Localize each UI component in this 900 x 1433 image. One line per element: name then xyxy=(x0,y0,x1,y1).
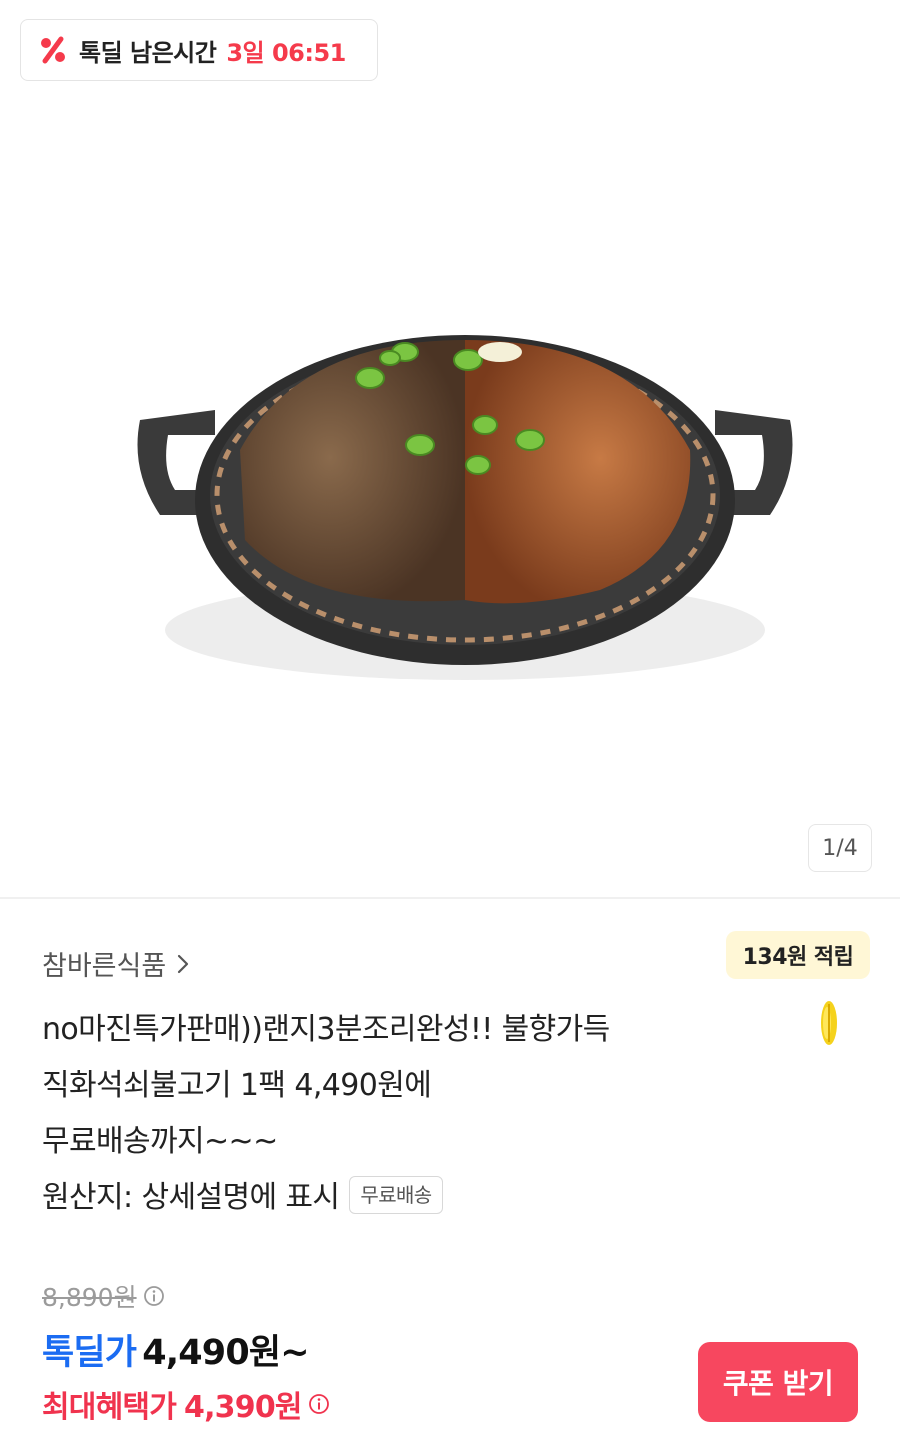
get-coupon-button[interactable]: 쿠폰 받기 xyxy=(698,1342,858,1422)
title-line: 직화석쇠불고기 1팩 4,490원에 xyxy=(42,1068,432,1103)
product-title: no마진특가판매))랜지3분조리완성!! 불향가득 직화석쇠불고기 1팩 4,4… xyxy=(42,1002,732,1226)
title-line: 무료배송까지~~~ xyxy=(42,1124,278,1159)
title-line: no마진특가판매))랜지3분조리완성!! 불향가득 xyxy=(42,1012,610,1047)
deal-timer-time: 3일 06:51 xyxy=(226,38,346,67)
deal-timer-badge: 톡딜 남은시간 3일 06:51 xyxy=(20,19,378,81)
deal-timer-label: 톡딜 남은시간 xyxy=(79,38,217,67)
deal-price: 톡딜가 4,490원~ xyxy=(42,1324,310,1375)
product-image-gallery[interactable]: 톡딜 남은시간 3일 06:51 1/4 xyxy=(0,0,900,898)
info-icon[interactable] xyxy=(308,1393,330,1415)
deal-price-label: 톡딜가 xyxy=(42,1333,137,1373)
chevron-right-icon xyxy=(178,954,189,973)
reward-badge: 134원 적립 xyxy=(726,931,870,979)
free-shipping-badge: 무료배송 xyxy=(349,1175,443,1214)
coin-icon xyxy=(821,1001,837,1045)
info-icon[interactable] xyxy=(143,1285,165,1307)
percent-icon xyxy=(41,36,65,64)
store-name: 참바른식품 xyxy=(42,951,167,982)
original-price-value: 8,890원 xyxy=(42,1283,137,1312)
divider xyxy=(0,897,900,899)
best-price-value: 4,390원 xyxy=(184,1390,303,1425)
image-pager: 1/4 xyxy=(808,824,872,872)
best-price-label: 최대혜택가 xyxy=(42,1390,177,1425)
title-line-origin: 원산지: 상세설명에 표시 무료배송 xyxy=(42,1170,732,1226)
original-price: 8,890원 xyxy=(42,1278,165,1314)
deal-price-value: 4,490원~ xyxy=(142,1333,309,1373)
origin-text: 원산지: 상세설명에 표시 xyxy=(42,1180,340,1215)
product-photo xyxy=(137,335,793,680)
best-benefit-price: 최대혜택가 4,390원 xyxy=(42,1382,330,1426)
store-link[interactable]: 참바른식품 xyxy=(42,944,190,983)
